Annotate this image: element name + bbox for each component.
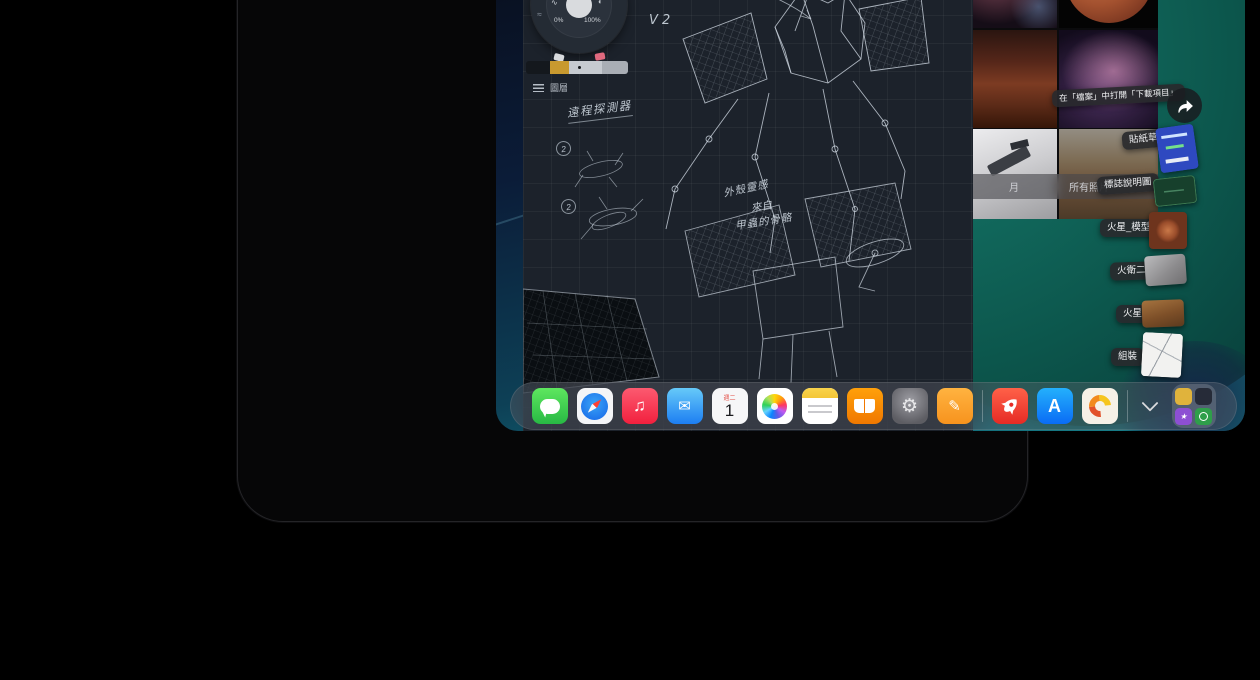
share-arrow-button[interactable] <box>1167 88 1202 123</box>
chevron-down-icon <box>1141 395 1158 412</box>
messages-app-icon[interactable] <box>532 388 568 424</box>
photo-orion-nebula[interactable] <box>1059 30 1159 128</box>
dock-chevron-button[interactable] <box>1137 388 1163 424</box>
books-app-icon[interactable] <box>847 388 883 424</box>
drag-thumb-assembly-sketch[interactable] <box>1141 332 1183 378</box>
app-store-icon[interactable]: A <box>1037 388 1073 424</box>
opacity-min-label: 0% <box>554 17 563 24</box>
rocket-icon <box>994 390 1025 421</box>
photos-app-icon[interactable] <box>757 388 793 424</box>
flower-icon <box>762 394 787 419</box>
photo-mars-planet[interactable] <box>1059 0 1159 28</box>
compass-needle-icon <box>586 397 604 415</box>
color-swatch-bar[interactable] <box>526 61 628 74</box>
calendar-app-icon[interactable]: 週二 1 <box>712 388 748 424</box>
wavy-brush-icon[interactable]: ≈ <box>537 9 542 19</box>
calendar-day: 1 <box>725 402 734 420</box>
mars-sphere <box>1065 0 1153 23</box>
layers-button[interactable]: 圖層 <box>533 81 568 94</box>
ipad-screen: 轉用太陽能 衛星 監視 V 2 遠程探測器 2 2 外殼靈感 來自 甲蟲的骨骼 … <box>496 0 1245 431</box>
music-note-icon: ♫ <box>633 396 646 416</box>
ipad-device: 轉用太陽能 衛星 監視 V 2 遠程探測器 2 2 外殼靈感 來自 甲蟲的骨骼 … <box>237 0 1028 522</box>
rocket-app-icon[interactable] <box>992 388 1028 424</box>
safari-app-icon[interactable] <box>577 388 613 424</box>
photo-nebula[interactable] <box>973 0 1057 28</box>
drag-thumb-sticker-sheet[interactable] <box>1155 124 1199 174</box>
drag-thumb-logo-diagram[interactable] <box>1153 175 1198 207</box>
drag-thumb-mars-model[interactable] <box>1149 212 1187 249</box>
opacity-icon[interactable]: ◐ <box>598 0 603 6</box>
layers-label: 圖層 <box>550 81 568 94</box>
swatch-dark[interactable] <box>526 61 550 74</box>
settings-app-icon[interactable]: ⚙ <box>892 388 928 424</box>
share-arrow-icon <box>1175 97 1195 115</box>
mail-app-icon[interactable]: ✉ <box>667 388 703 424</box>
dock-divider <box>1127 390 1128 422</box>
swatch-lightgray[interactable] <box>569 61 603 74</box>
drag-item-label[interactable]: 組裝 <box>1111 348 1144 366</box>
chat-bubble-icon <box>540 399 560 414</box>
music-app-icon[interactable]: ♫ <box>622 388 658 424</box>
open-book-icon <box>854 399 875 413</box>
pages-app-icon[interactable]: ✎ <box>937 388 973 424</box>
star-mini-icon: ★ <box>1175 408 1192 425</box>
layers-icon <box>533 84 544 92</box>
photo-mars-surface[interactable] <box>973 30 1057 128</box>
concepts-c-icon <box>1084 391 1115 422</box>
concepts-app-icon[interactable] <box>1082 388 1118 424</box>
pen-icon: ✎ <box>948 397 961 415</box>
swatch-selection-dot <box>578 66 581 69</box>
dock-divider <box>982 390 983 422</box>
gear-icon: ⚙ <box>901 395 918 418</box>
smoothing-icon[interactable]: ∿ <box>551 0 558 7</box>
brush-preview-dot[interactable] <box>566 0 592 18</box>
swatch-gray[interactable] <box>602 61 628 74</box>
envelope-icon: ✉ <box>678 397 691 415</box>
dock: ♫ ✉ 週二 1 ⚙ ✎ A ★ <box>510 382 1237 430</box>
app-library-icon[interactable]: ★ <box>1172 384 1216 428</box>
satellite-shape <box>987 145 1031 176</box>
appstore-a-icon: A <box>1048 396 1061 417</box>
drawing-app-window[interactable]: 轉用太陽能 衛星 監視 V 2 遠程探測器 2 2 外殼靈感 來自 甲蟲的骨骼 … <box>523 0 973 431</box>
opacity-max-label: 100% <box>584 17 601 24</box>
drag-thumb-deimos[interactable] <box>1144 254 1187 287</box>
drag-thumb-mars-photo[interactable] <box>1142 299 1185 327</box>
tab-months[interactable]: 月 <box>1009 179 1019 194</box>
annotation-version: V 2 <box>649 13 670 28</box>
notes-app-icon[interactable] <box>802 388 838 424</box>
swatch-gold[interactable] <box>550 61 568 74</box>
